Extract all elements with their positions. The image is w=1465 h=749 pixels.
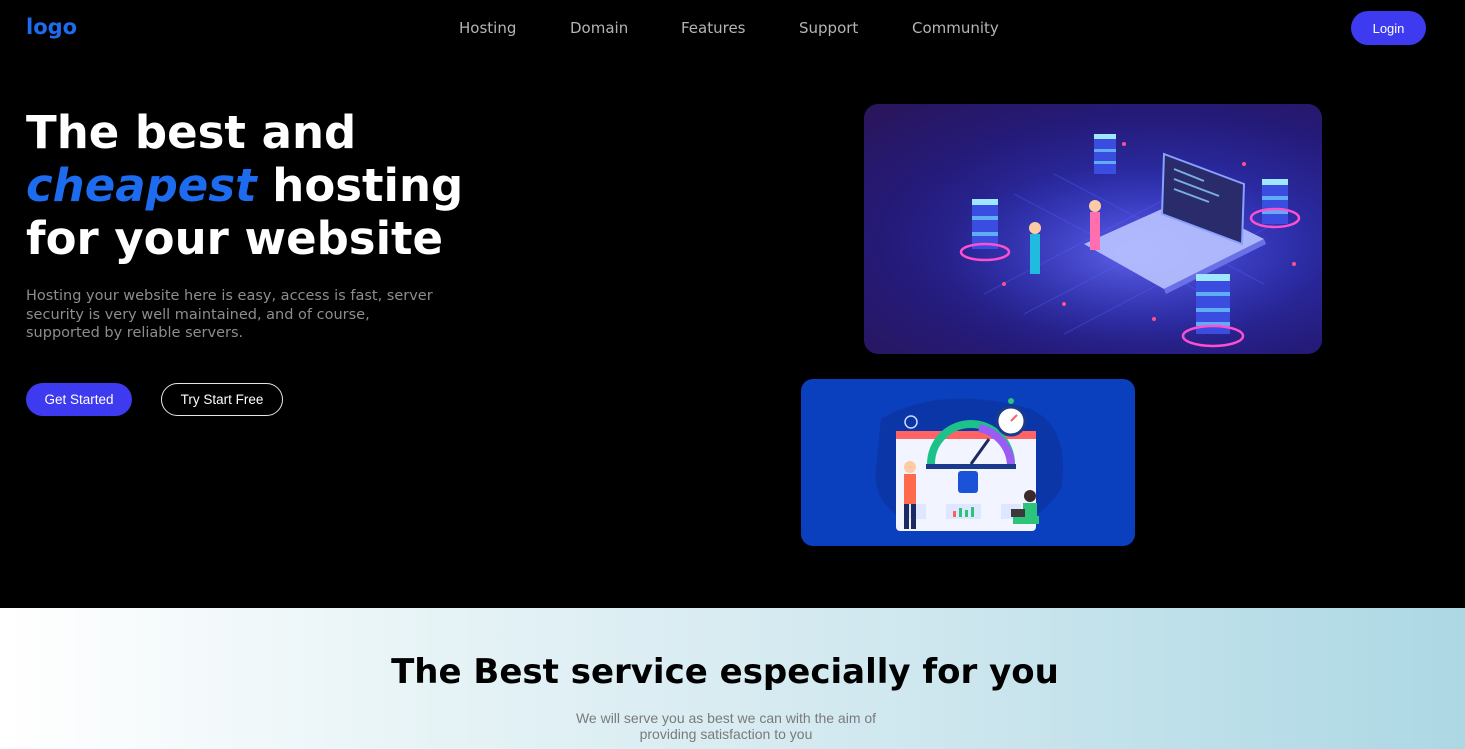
- nav-item-support[interactable]: Support: [799, 19, 912, 37]
- hero-title-emphasis: cheapest: [26, 159, 257, 212]
- services-description: We will serve you as best we can with th…: [0, 710, 1452, 742]
- services-description-line2: providing satisfaction to you: [639, 726, 813, 742]
- top-navbar: logo Hosting Domain Features Support Com…: [0, 0, 1465, 58]
- hero-title-line3: for your website: [26, 212, 444, 265]
- hero-title-line2: hosting: [256, 159, 464, 212]
- services-title: The Best service especially for you: [391, 652, 1059, 692]
- get-started-button[interactable]: Get Started: [26, 383, 132, 416]
- try-start-free-button[interactable]: Try Start Free: [161, 383, 283, 416]
- nav-item-hosting[interactable]: Hosting: [459, 19, 570, 37]
- login-button[interactable]: Login: [1351, 11, 1426, 45]
- logo[interactable]: logo: [26, 15, 77, 39]
- hero-title: The best and cheapest hosting for your w…: [26, 106, 496, 265]
- nav-item-domain[interactable]: Domain: [570, 19, 681, 37]
- hero-title-line1: The best and: [26, 106, 357, 159]
- services-description-line1: We will serve you as best we can with th…: [575, 710, 877, 726]
- server-illustration-graphic: [944, 134, 1322, 348]
- speed-dashboard-graphic: [875, 398, 1063, 531]
- services-section: The Best service especially for you We w…: [0, 608, 1465, 749]
- speed-dashboard-illustration: [801, 379, 1135, 546]
- nav-item-features[interactable]: Features: [681, 19, 799, 37]
- nav-item-community[interactable]: Community: [912, 19, 1012, 37]
- hero-description: Hosting your website here is easy, acces…: [26, 288, 433, 341]
- main-menu: Hosting Domain Features Support Communit…: [459, 19, 1012, 37]
- server-illustration: [864, 104, 1322, 354]
